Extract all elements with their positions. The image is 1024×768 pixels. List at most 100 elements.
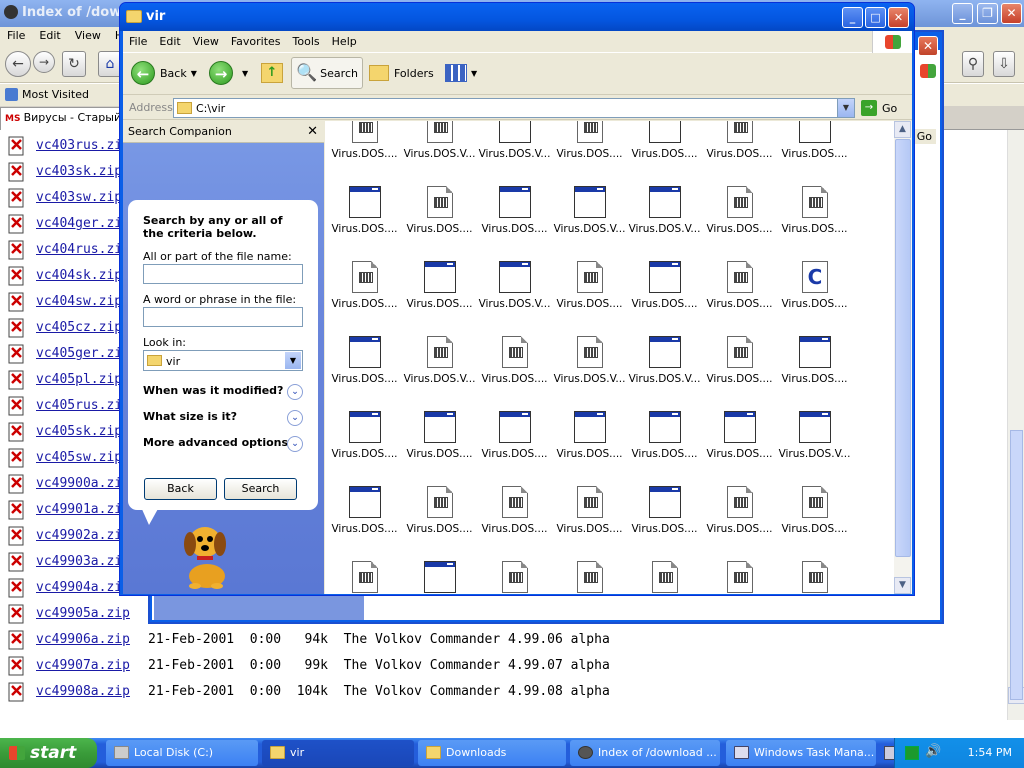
file-item[interactable]: Virus.DOS.... <box>777 186 852 258</box>
file-link[interactable]: vc405sw.zip <box>36 450 122 465</box>
file-link[interactable]: vc405ger.zip <box>36 346 130 361</box>
file-item[interactable]: Virus.DOS.... <box>477 186 552 258</box>
chevron-down-icon[interactable]: ▼ <box>242 69 248 78</box>
lookin-select[interactable]: vir ▼ <box>143 350 303 371</box>
file-link[interactable]: vc404rus.zip <box>36 242 130 257</box>
task-manager-tray-icon[interactable] <box>905 746 919 760</box>
scroll-thumb[interactable] <box>1010 430 1023 700</box>
file-item[interactable]: Virus.DOS.... <box>627 411 702 483</box>
menu-file[interactable]: File <box>123 31 153 52</box>
search-submit-button[interactable]: Search <box>224 478 297 500</box>
file-item[interactable]: Virus.DOS.... <box>327 486 402 558</box>
explorer-scrollbar[interactable]: ▲ ▼ <box>894 121 912 594</box>
maximize-button[interactable]: □ <box>865 7 886 28</box>
start-button[interactable]: start <box>0 738 97 768</box>
task-vir[interactable]: vir <box>262 740 414 766</box>
file-link[interactable]: vc49908a.zip <box>36 684 130 699</box>
back-button[interactable]: ← Back ▼ <box>131 57 197 89</box>
file-link[interactable]: vc404sw.zip <box>36 294 122 309</box>
file-link[interactable]: vc49902a.zip <box>36 528 130 543</box>
file-item[interactable] <box>477 561 552 594</box>
reload-icon[interactable]: ↻ <box>62 51 86 77</box>
search-button[interactable]: 🔍 Search <box>291 57 363 89</box>
file-item[interactable]: Virus.DOS.... <box>702 261 777 333</box>
file-item[interactable]: Virus.DOS.V... <box>477 261 552 333</box>
file-item[interactable]: Virus.DOS.... <box>627 261 702 333</box>
file-link[interactable]: vc49901a.zip <box>36 502 130 517</box>
menu-help[interactable]: Help <box>326 31 363 52</box>
menu-edit[interactable]: Edit <box>153 31 186 52</box>
file-link[interactable]: vc403rus.zip <box>36 138 130 153</box>
double-chevron-icon[interactable]: ⌄ <box>287 410 303 426</box>
file-item[interactable]: Virus.DOS.... <box>327 186 402 258</box>
file-link[interactable]: vc405rus.zip <box>36 398 130 413</box>
file-link[interactable]: vc405sk.zip <box>36 424 122 439</box>
file-item[interactable]: Virus.DOS.V... <box>402 121 477 183</box>
file-item[interactable]: Virus.DOS.... <box>402 261 477 333</box>
file-item[interactable] <box>402 561 477 594</box>
file-item[interactable]: Virus.DOS.V... <box>477 121 552 183</box>
search-icon[interactable]: ⚲ <box>962 51 984 77</box>
file-item[interactable]: Virus.DOS.... <box>702 186 777 258</box>
chevron-down-icon[interactable]: ▼ <box>471 69 477 78</box>
folders-button[interactable]: Folders <box>369 57 434 89</box>
file-item[interactable]: Virus.DOS.... <box>552 121 627 183</box>
file-link[interactable]: vc404sk.zip <box>36 268 122 283</box>
address-field[interactable]: C:\vir ▼ <box>173 98 855 118</box>
file-item[interactable]: Virus.DOS.... <box>552 261 627 333</box>
menu-tools[interactable]: Tools <box>287 31 326 52</box>
modified-expander[interactable]: When was it modified? ⌄ <box>143 384 303 402</box>
file-item[interactable]: Virus.DOS.... <box>477 411 552 483</box>
file-item[interactable]: Virus.DOS.... <box>402 186 477 258</box>
file-item[interactable]: C Virus.DOS.... <box>777 261 852 333</box>
file-item[interactable]: Virus.DOS.... <box>777 121 852 183</box>
file-link[interactable]: vc49903a.zip <box>36 554 130 569</box>
close-button[interactable]: ✕ <box>1001 3 1022 24</box>
file-link[interactable]: vc405pl.zip <box>36 372 122 387</box>
menu-edit[interactable]: Edit <box>32 27 67 44</box>
file-item[interactable]: Virus.DOS.V... <box>552 186 627 258</box>
minimize-button[interactable]: _ <box>952 3 973 24</box>
menu-view[interactable]: View <box>68 27 108 44</box>
file-link[interactable]: vc405cz.zip <box>36 320 122 335</box>
search-dog-icon[interactable] <box>175 518 235 590</box>
file-item[interactable] <box>627 561 702 594</box>
double-chevron-icon[interactable]: ⌄ <box>287 384 303 400</box>
phrase-input[interactable] <box>143 307 303 327</box>
file-item[interactable]: Virus.DOS.... <box>327 336 402 408</box>
file-link[interactable]: vc49907a.zip <box>36 658 130 673</box>
file-item[interactable]: Virus.DOS.... <box>702 411 777 483</box>
file-item[interactable]: Virus.DOS.V... <box>627 186 702 258</box>
file-item[interactable]: Virus.DOS.... <box>477 486 552 558</box>
file-item[interactable]: Virus.DOS.... <box>702 121 777 183</box>
file-item[interactable]: Virus.DOS.... <box>327 121 402 183</box>
chevron-down-icon[interactable]: ▼ <box>191 69 197 78</box>
file-link[interactable]: vc49905a.zip <box>36 606 130 621</box>
behind-go-button[interactable]: Go <box>912 129 936 144</box>
filename-input[interactable] <box>143 264 303 284</box>
download-icon[interactable]: ⇩ <box>993 51 1015 77</box>
size-expander[interactable]: What size is it? ⌄ <box>143 410 303 428</box>
volume-icon[interactable]: 🔊 <box>925 745 941 760</box>
file-item[interactable]: Virus.DOS.... <box>402 411 477 483</box>
task-local-disk[interactable]: Local Disk (C:) <box>106 740 258 766</box>
file-item[interactable] <box>327 561 402 594</box>
back-button[interactable]: Back <box>144 478 217 500</box>
menu-favorites[interactable]: Favorites <box>225 31 287 52</box>
file-link[interactable]: vc49900a.zip <box>36 476 130 491</box>
file-link[interactable]: vc404ger.zip <box>36 216 130 231</box>
file-item[interactable]: Virus.DOS.... <box>552 411 627 483</box>
file-item[interactable]: Virus.DOS.V... <box>627 336 702 408</box>
file-item[interactable]: Virus.DOS.... <box>777 336 852 408</box>
advanced-expander[interactable]: More advanced options ⌄ <box>143 436 303 454</box>
file-item[interactable]: Virus.DOS.... <box>777 486 852 558</box>
menu-file[interactable]: File <box>0 27 32 44</box>
file-item[interactable]: Virus.DOS.... <box>552 486 627 558</box>
clock[interactable]: 1:54 PM <box>968 746 1012 759</box>
file-item[interactable]: Virus.DOS.V... <box>552 336 627 408</box>
file-link[interactable]: vc403sk.zip <box>36 164 122 179</box>
up-folder-button[interactable]: ↑ <box>261 57 283 89</box>
file-item[interactable]: Virus.DOS.V... <box>402 336 477 408</box>
task-task-manager[interactable]: Windows Task Mana... <box>726 740 876 766</box>
close-icon[interactable]: ✕ <box>307 124 318 139</box>
